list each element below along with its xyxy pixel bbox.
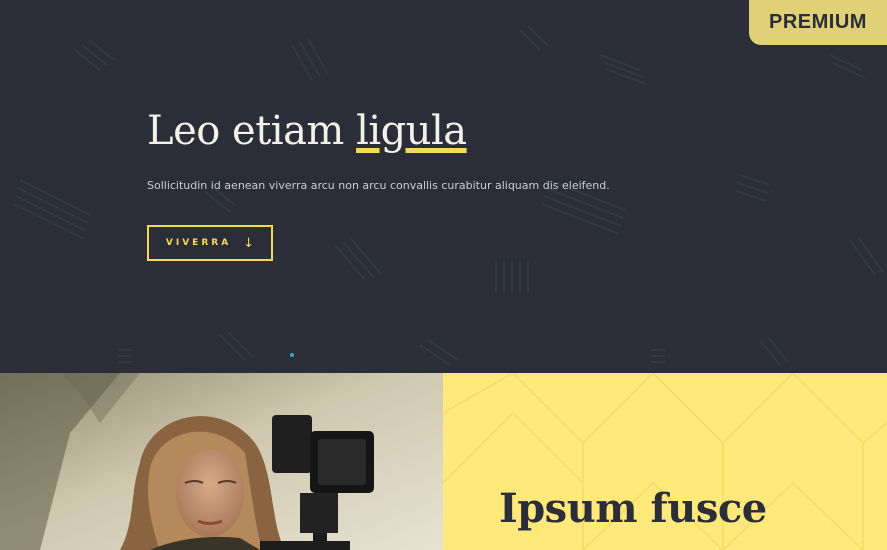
hero-section: Leo etiam ligula Sollicitudin id aenean …: [0, 0, 887, 373]
feature-panel: Ipsum fusce: [443, 373, 887, 550]
woman-with-camera-photo: [0, 373, 443, 550]
viverra-button[interactable]: VIVERRA ↓: [147, 225, 273, 261]
viverra-button-label: VIVERRA: [165, 238, 232, 248]
hero-title-highlight: ligula: [356, 108, 467, 154]
hero-title-text: Leo etiam: [147, 108, 357, 154]
hero-title: Leo etiam ligula: [147, 108, 467, 154]
section-heading: Ipsum fusce: [499, 485, 767, 532]
hero-subtitle: Sollicitudin id aenean viverra arcu non …: [147, 179, 610, 192]
premium-badge-label: PREMIUM: [769, 11, 867, 33]
premium-badge: PREMIUM: [749, 0, 887, 45]
slider-dot[interactable]: [290, 353, 294, 357]
arrow-down-icon: ↓: [243, 235, 255, 251]
